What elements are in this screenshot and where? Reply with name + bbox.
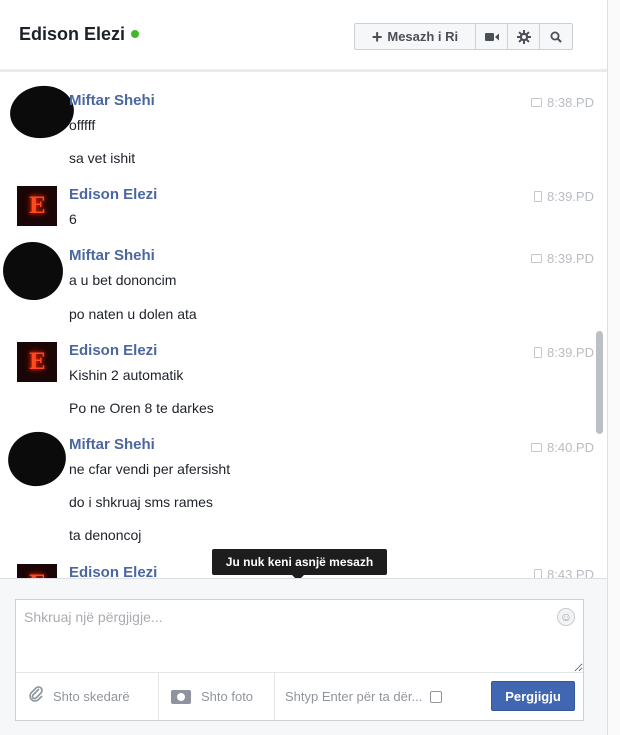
reply-input[interactable] xyxy=(16,600,583,672)
smiley-icon[interactable]: ☺ xyxy=(557,608,575,626)
paperclip-icon xyxy=(28,685,44,708)
message-timestamp: 8:38.PD xyxy=(531,95,594,110)
sender-name[interactable]: Miftar Shehi xyxy=(69,436,155,453)
enter-to-send-label: Shtyp Enter për ta dër... xyxy=(285,689,423,704)
avatar[interactable]: E xyxy=(17,186,57,226)
settings-button[interactable] xyxy=(508,24,540,49)
contact-name: Edison Elezi xyxy=(19,24,126,44)
search-button[interactable] xyxy=(540,24,572,49)
message-text: ne cfar vendi per afersisht xyxy=(69,461,231,477)
new-message-label: Mesazh i Ri xyxy=(387,29,459,44)
reply-box: ☺ Shto skedarë Shto foto Shtyp Enter për… xyxy=(15,599,584,721)
attach-file-button[interactable]: Shto skedarë xyxy=(16,673,159,720)
tooltip: Ju nuk keni asnjë mesazh xyxy=(212,549,387,575)
phone-icon xyxy=(534,569,543,578)
conversation-header: Edison Elezi + Mesazh i Ri xyxy=(0,0,607,72)
message-timestamp: 8:43.PD xyxy=(534,567,594,578)
chat-icon xyxy=(531,254,543,263)
window-edge xyxy=(607,0,620,735)
add-photo-button[interactable]: Shto foto xyxy=(159,673,275,720)
message-text: Po ne Oren 8 te darkes xyxy=(69,400,214,416)
message-text: a u bet dononcim xyxy=(69,272,177,288)
sender-name[interactable]: Edison Elezi xyxy=(69,564,157,578)
phone-icon xyxy=(534,191,543,202)
camera-icon xyxy=(171,689,191,704)
online-dot-icon xyxy=(131,30,140,38)
chat-icon xyxy=(531,443,543,452)
plus-icon: + xyxy=(371,26,383,47)
sender-name[interactable]: Edison Elezi xyxy=(69,186,157,203)
enter-to-send-checkbox[interactable] xyxy=(430,690,443,703)
sender-name[interactable]: Miftar Shehi xyxy=(69,247,155,264)
messenger-panel: Edison Elezi + Mesazh i Ri Miftar Shehi … xyxy=(0,0,607,735)
phone-icon xyxy=(534,347,543,358)
avatar[interactable] xyxy=(0,236,69,306)
gear-icon xyxy=(516,29,531,44)
video-camera-icon xyxy=(484,32,499,41)
search-icon xyxy=(550,31,562,43)
message-text: sa vet ishit xyxy=(69,150,136,166)
reply-composer: ☺ Shto skedarë Shto foto Shtyp Enter për… xyxy=(0,578,607,735)
avatar[interactable]: E xyxy=(17,342,57,382)
header-toolbar: + Mesazh i Ri xyxy=(354,23,573,50)
sender-name[interactable]: Miftar Shehi xyxy=(69,92,155,109)
message-timestamp: 8:39.PD xyxy=(531,251,594,266)
message-text: 6 xyxy=(69,211,77,227)
message-timestamp: 8:39.PD xyxy=(534,345,594,360)
chat-icon xyxy=(531,98,543,107)
new-message-button[interactable]: + Mesazh i Ri xyxy=(355,24,476,49)
message-timestamp: 8:39.PD xyxy=(534,189,594,204)
avatar[interactable]: E xyxy=(17,564,57,578)
message-scrollbar[interactable] xyxy=(596,331,603,434)
conversation-title[interactable]: Edison Elezi xyxy=(19,24,140,45)
video-call-button[interactable] xyxy=(476,24,508,49)
message-text: po naten u dolen ata xyxy=(69,306,197,322)
sender-name[interactable]: Edison Elezi xyxy=(69,342,157,359)
message-text: ta denoncoj xyxy=(69,527,142,543)
message-text: do i shkruaj sms rames xyxy=(69,494,213,510)
avatar[interactable] xyxy=(2,425,72,493)
message-text: offfff xyxy=(69,117,96,133)
composer-actions: Shto skedarë Shto foto Shtyp Enter për t… xyxy=(16,672,583,720)
avatar[interactable] xyxy=(6,81,78,143)
message-timestamp: 8:40.PD xyxy=(531,440,594,455)
message-list[interactable]: Miftar Shehi 8:38.PD offfff sa vet ishit… xyxy=(0,75,607,578)
photo-label: Shto foto xyxy=(201,689,254,704)
reply-button[interactable]: Pergjigju xyxy=(491,681,575,711)
message-text: Kishin 2 automatik xyxy=(69,367,184,383)
attach-label: Shto skedarë xyxy=(53,689,130,704)
